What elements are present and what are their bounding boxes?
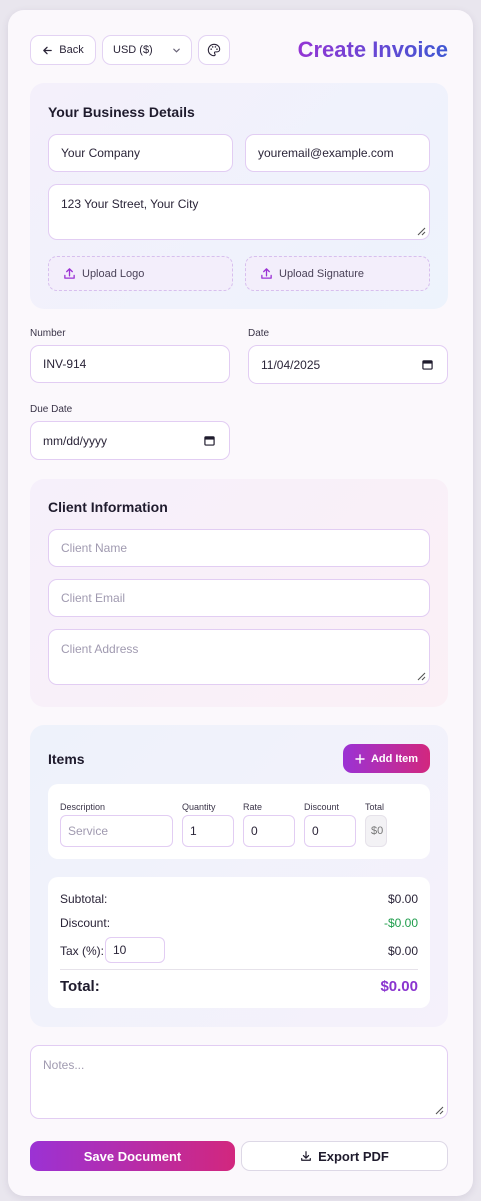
column-header-total: Total [365,802,385,812]
resize-handle-icon[interactable] [416,226,426,236]
items-section-title: Items [48,751,85,767]
client-email-input[interactable]: Client Email [48,579,430,617]
save-document-button[interactable]: Save Document [30,1141,235,1171]
due-date-label: Due Date [30,404,73,415]
palette-icon [207,43,221,57]
chevron-down-icon [172,46,181,55]
company-name-input[interactable]: Your Company [48,134,233,172]
notes-textarea[interactable]: Notes... [30,1045,448,1119]
client-section-title: Client Information [48,499,168,515]
add-item-label: Add Item [370,752,419,765]
business-address-value: 123 Your Street, Your City [61,197,199,211]
resize-handle-icon[interactable] [416,671,426,681]
item-discount-input[interactable]: 0 [304,815,356,847]
plus-icon [355,753,365,764]
due-date-placeholder: mm/dd/yyyy [43,433,108,448]
download-icon [300,1150,312,1162]
summary-divider [60,969,418,970]
column-header-discount: Discount [304,802,340,812]
business-address-textarea[interactable]: 123 Your Street, Your City [48,184,430,240]
item-quantity-input[interactable]: 1 [182,815,234,847]
upload-icon [260,267,273,280]
column-header-description: Description [60,802,106,812]
invoice-date-value: 11/04/2025 [261,357,321,372]
back-button[interactable]: Back [30,35,96,65]
page-title: Create Invoice [285,37,448,63]
tax-rate-input[interactable]: 10 [105,937,165,963]
column-header-quantity: Quantity [182,802,216,812]
total-label: Total: [60,978,100,995]
client-name-input[interactable]: Client Name [48,529,430,567]
theme-button[interactable] [198,35,230,65]
upload-icon [63,267,76,280]
business-section-title: Your Business Details [48,104,195,120]
client-address-textarea[interactable]: Client Address [48,629,430,685]
item-rate-input[interactable]: 0 [243,815,295,847]
calendar-icon[interactable] [422,359,433,370]
resize-handle-icon[interactable] [434,1105,444,1115]
business-email-input[interactable]: youremail@example.com [245,134,430,172]
total-value: $0.00 [380,978,418,995]
discount-value: -$0.00 [383,916,418,930]
upload-logo-button[interactable]: Upload Logo [48,256,233,291]
currency-select[interactable]: USD ($) [102,35,192,65]
number-label: Number [30,328,66,339]
item-description-input[interactable]: Service [60,815,173,847]
back-label: Back [59,44,84,56]
upload-logo-label: Upload Logo [82,267,145,280]
export-pdf-label: Export PDF [318,1148,389,1164]
notes-placeholder: Notes... [43,1058,85,1072]
add-item-button[interactable]: Add Item [343,744,430,773]
subtotal-value: $0.00 [387,892,418,906]
arrow-left-icon [42,45,53,56]
item-total-field: $0 [365,815,387,847]
upload-signature-label: Upload Signature [279,267,365,280]
upload-signature-button[interactable]: Upload Signature [245,256,430,291]
currency-value: USD ($) [113,44,153,56]
invoice-number-input[interactable]: INV-914 [30,345,230,383]
discount-label: Discount: [60,916,111,930]
client-address-placeholder: Client Address [61,642,139,656]
calendar-icon[interactable] [204,435,215,446]
tax-label: Tax (%): [60,944,105,958]
column-header-rate: Rate [243,802,263,812]
save-document-label: Save Document [83,1148,182,1164]
due-date-input[interactable]: mm/dd/yyyy [30,421,230,460]
tax-amount-value: $0.00 [387,944,418,958]
export-pdf-button[interactable]: Export PDF [241,1141,448,1171]
invoice-date-input[interactable]: 11/04/2025 [248,345,448,384]
date-label: Date [248,328,270,339]
subtotal-label: Subtotal: [60,892,108,906]
